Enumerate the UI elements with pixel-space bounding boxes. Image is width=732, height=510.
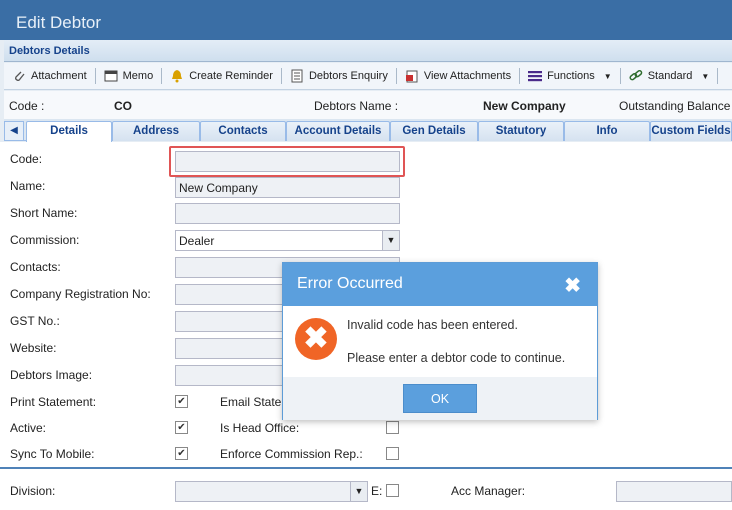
commission-select[interactable]: Dealer ▼ xyxy=(175,230,400,251)
debtor-summary: Code : CO Debtors Name : New Company Out… xyxy=(4,91,732,119)
memo-icon xyxy=(104,70,118,82)
print-statement-checkbox[interactable]: ✔ xyxy=(175,395,188,408)
e-label: E: xyxy=(371,484,383,498)
summary-code-label: Code : xyxy=(9,99,45,113)
standard-label: Standard xyxy=(647,70,693,82)
view-attachments-label: View Attachments xyxy=(423,70,512,82)
sync-to-mobile-checkbox[interactable]: ✔ xyxy=(175,447,188,460)
code-input[interactable] xyxy=(175,151,400,172)
e-checkbox[interactable] xyxy=(386,484,399,497)
commission-value: Dealer xyxy=(179,234,215,248)
print-statement-label: Print Statement: xyxy=(10,395,97,409)
enforce-commission-label: Enforce Commission Rep.: xyxy=(220,447,363,461)
contacts-label: Contacts: xyxy=(10,260,61,274)
memo-button[interactable]: Memo xyxy=(96,63,162,90)
tab-account-details[interactable]: Account Details xyxy=(286,121,390,141)
debtors-image-label: Debtors Image: xyxy=(10,368,93,382)
dialog-title: Error Occurred xyxy=(297,275,403,292)
commission-label: Commission: xyxy=(10,233,80,247)
close-icon[interactable]: ✖ xyxy=(564,273,581,298)
summary-name-value: New Company xyxy=(483,99,566,113)
functions-label: Functions xyxy=(547,70,595,82)
acc-manager-input[interactable] xyxy=(616,481,732,502)
dialog-header: Error Occurred xyxy=(283,263,597,306)
standard-menu-button[interactable]: Standard ▼ xyxy=(621,63,718,90)
dialog-footer: OK xyxy=(283,377,597,420)
chevron-down-icon: ▼ xyxy=(603,71,612,81)
list-icon xyxy=(528,71,543,82)
summary-balance-label: Outstanding Balance : xyxy=(619,99,732,113)
error-message-line2: Please enter a debtor code to continue. xyxy=(347,351,566,365)
debtors-enquiry-label: Debtors Enquiry xyxy=(308,70,388,82)
panel-title: Debtors Details xyxy=(4,40,732,62)
active-label: Active: xyxy=(10,421,47,435)
company-registration-label: Company Registration No: xyxy=(10,287,151,301)
chevron-down-icon[interactable]: ▼ xyxy=(382,231,399,250)
tab-contacts[interactable]: Contacts xyxy=(200,121,286,141)
section-divider xyxy=(0,467,732,469)
paperclip-icon xyxy=(15,71,25,81)
toolbar: Attachment Memo Create Reminder Debtors … xyxy=(4,63,732,90)
sync-to-mobile-label: Sync To Mobile: xyxy=(10,447,95,461)
chevron-down-icon[interactable]: ▼ xyxy=(350,482,367,501)
tab-statutory[interactable]: Statutory xyxy=(478,121,564,141)
email-statement-label: Email State xyxy=(220,395,282,409)
code-label: Code: xyxy=(10,152,43,166)
ok-button[interactable]: OK xyxy=(403,384,477,413)
is-head-office-checkbox[interactable] xyxy=(386,421,399,434)
view-attachments-icon xyxy=(405,70,418,83)
name-input[interactable] xyxy=(175,177,400,198)
short-name-label: Short Name: xyxy=(10,206,78,220)
tab-details[interactable]: Details xyxy=(26,121,112,142)
bell-icon xyxy=(172,70,183,83)
attachment-label: Attachment xyxy=(31,70,87,82)
tab-gen-details[interactable]: Gen Details xyxy=(390,121,478,141)
debtors-enquiry-button[interactable]: Debtors Enquiry xyxy=(282,63,396,90)
division-select[interactable]: ▼ xyxy=(175,481,368,502)
website-label: Website: xyxy=(10,341,57,355)
error-dialog: Error Occurred ✖ ✖ Invalid code has been… xyxy=(282,262,598,420)
summary-code-value: CO xyxy=(114,99,132,113)
toolbar-separator xyxy=(717,68,719,84)
enforce-commission-checkbox[interactable] xyxy=(386,447,399,460)
error-message-line1: Invalid code has been entered. xyxy=(347,318,518,332)
active-checkbox[interactable]: ✔ xyxy=(175,421,188,434)
division-label: Division: xyxy=(10,484,56,498)
gst-label: GST No.: xyxy=(10,314,60,328)
functions-menu-button[interactable]: Functions ▼ xyxy=(520,63,620,90)
tab-scroll-left-icon[interactable]: ◀ xyxy=(4,121,24,141)
create-reminder-button[interactable]: Create Reminder xyxy=(162,63,281,90)
attachment-button[interactable]: Attachment xyxy=(4,63,95,90)
tab-address[interactable]: Address xyxy=(112,121,200,141)
is-head-office-label: Is Head Office: xyxy=(220,421,300,435)
create-reminder-label: Create Reminder xyxy=(189,70,273,82)
tab-custom-fields[interactable]: Custom Fields xyxy=(650,121,732,141)
short-name-input[interactable] xyxy=(175,203,400,224)
error-icon: ✖ xyxy=(295,318,337,360)
acc-manager-label: Acc Manager: xyxy=(451,484,526,498)
summary-name-label: Debtors Name : xyxy=(314,99,399,113)
view-attachments-button[interactable]: View Attachments xyxy=(397,63,519,90)
window-title: Edit Debtor xyxy=(0,0,732,40)
document-icon xyxy=(291,69,303,83)
link-icon xyxy=(629,69,642,81)
tab-strip: ◀ Details Address Contacts Account Detai… xyxy=(4,119,732,142)
tab-info[interactable]: Info xyxy=(564,121,650,141)
name-label: Name: xyxy=(10,179,46,193)
memo-label: Memo xyxy=(122,70,154,82)
chevron-down-icon: ▼ xyxy=(701,71,710,81)
